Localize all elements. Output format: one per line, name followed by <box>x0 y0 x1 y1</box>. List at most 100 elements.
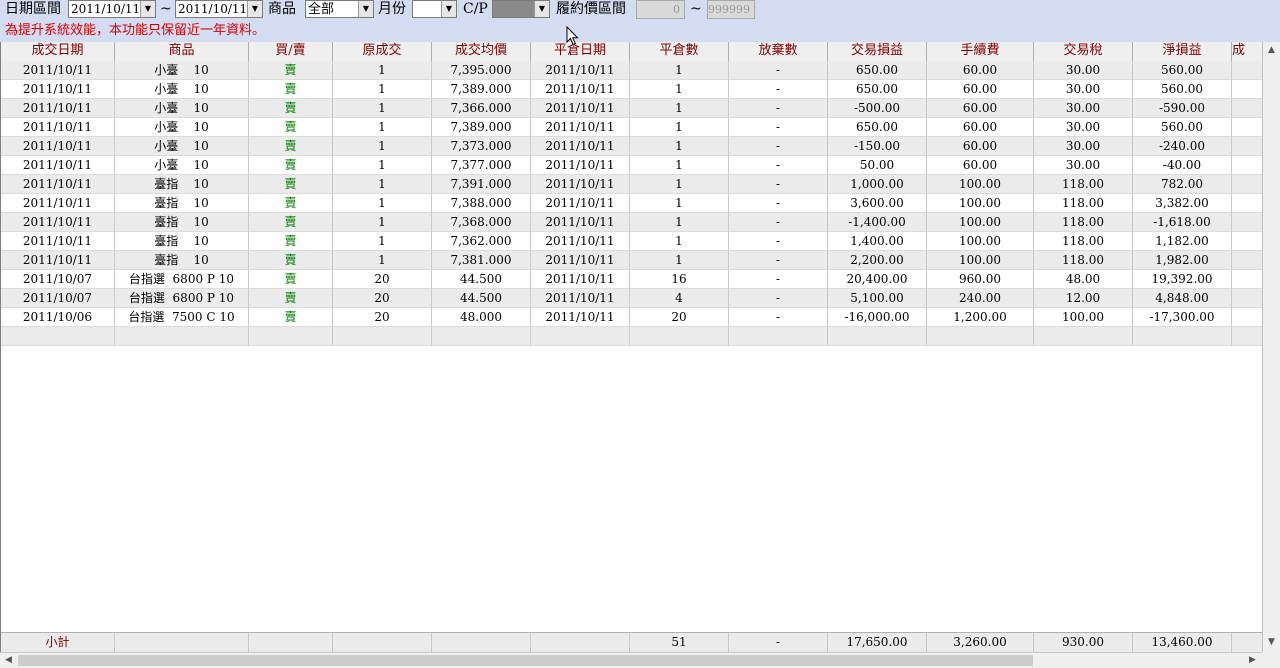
date-to-picker[interactable]: 2011/10/11 ▼ <box>175 0 263 18</box>
column-header-close-date[interactable]: 平倉日期 <box>531 42 630 61</box>
subtotal-net-pnl: 13,460.00 <box>1133 633 1232 653</box>
column-header-buy-sell[interactable]: 買/賣 <box>249 42 333 61</box>
month-select[interactable]: ▼ <box>412 0 457 18</box>
cell-extra <box>1232 118 1263 137</box>
table-row[interactable]: 2011/10/11 小臺 10 賣 1 7,366.000 2011/10/11 1- -5… <box>1 99 1263 118</box>
cell-product: 台指選 6800 P 10 <box>115 289 249 308</box>
strike-range-label: 履約價區間 <box>556 1 626 17</box>
cell-tax: 100.00 <box>1034 308 1133 327</box>
cell-fee: 60.00 <box>927 99 1034 118</box>
cell-avg-price: 7,389.000 <box>432 80 531 99</box>
cell-trade-pnl: -16,000.00 <box>828 308 927 327</box>
cell-net-pnl: 3,382.00 <box>1133 194 1232 213</box>
cell-close-date: 2011/10/11 <box>531 99 630 118</box>
table-row[interactable]: 2011/10/11 小臺 10 賣 1 7,377.000 2011/10/11 1-50… <box>1 156 1263 175</box>
cell-avg-price: 7,395.000 <box>432 61 531 80</box>
chevron-down-icon[interactable]: ▼ <box>358 1 373 17</box>
column-header-abandon-qty[interactable]: 放棄數 <box>729 42 828 61</box>
cell-close-qty: 1 <box>630 137 729 156</box>
cell-tax: 118.00 <box>1034 251 1133 270</box>
horizontal-scrollbar[interactable]: ◀ ▶ <box>0 652 1262 668</box>
cell-abandon-qty: - <box>729 80 828 99</box>
cell-fee: 960.00 <box>927 270 1034 289</box>
cell-close-qty: 16 <box>630 270 729 289</box>
cell-product: 小臺 10 <box>115 156 249 175</box>
strike-to-input[interactable]: 999999 <box>707 0 755 19</box>
cell-avg-price: 7,362.000 <box>432 232 531 251</box>
column-header-trade-pnl[interactable]: 交易損益 <box>828 42 927 61</box>
cell-trade-pnl: 650.00 <box>828 80 927 99</box>
vertical-scrollbar[interactable]: ▲ ▼ <box>1262 42 1280 652</box>
cell-trade-pnl: -1,400.00 <box>828 213 927 232</box>
scroll-up-icon[interactable]: ▲ <box>1263 42 1280 59</box>
scroll-down-icon[interactable]: ▼ <box>1263 634 1280 651</box>
strike-from-input[interactable]: 0 <box>636 0 685 19</box>
cell-product: 臺指 10 <box>115 175 249 194</box>
table-row[interactable] <box>1 327 1263 346</box>
table-row[interactable]: 2011/10/06 台指選 7500 C 10 賣 20 48.000 2011/10/… <box>1 308 1263 327</box>
table-row[interactable]: 2011/10/11 小臺 10 賣 1 7,373.000 2011/10/11 1- -1… <box>1 137 1263 156</box>
column-header-net-pnl[interactable]: 淨損益 <box>1133 42 1232 61</box>
product-select[interactable]: 全部 ▼ <box>305 0 374 18</box>
table-row[interactable]: 2011/10/11 臺指 10 賣 1 7,368.000 2011/10/11 1- -1… <box>1 213 1263 232</box>
column-header-tax[interactable]: 交易稅 <box>1034 42 1133 61</box>
cell-orig-qty: 1 <box>333 118 432 137</box>
cell-close-qty: 1 <box>630 156 729 175</box>
table-row[interactable]: 2011/10/11 臺指 10 賣 1 7,362.000 2011/10/11 1-1,… <box>1 232 1263 251</box>
column-header-fee[interactable]: 手續費 <box>927 42 1034 61</box>
cell-close-date: 2011/10/11 <box>531 270 630 289</box>
cell-fee: 240.00 <box>927 289 1034 308</box>
grid-header: 成交日期 商品 買/賣 原成交 成交均價 平倉日期 平倉數 放棄數 交易損益 手續費 交易稅 淨損益成 <box>1 42 1263 62</box>
cell-tax: 30.00 <box>1034 61 1133 80</box>
cell-orig-qty: 1 <box>333 194 432 213</box>
table-row[interactable]: 2011/10/11 小臺 10 賣 1 7,389.000 2011/10/11 1-65… <box>1 80 1263 99</box>
cell-extra <box>1232 308 1263 327</box>
table-row[interactable]: 2011/10/11 臺指 10 賣 1 7,381.000 2011/10/11 1-2,… <box>1 251 1263 270</box>
column-header-orig-qty[interactable]: 原成交 <box>333 42 432 61</box>
date-from-picker[interactable]: 2011/10/11 ▼ <box>68 0 156 18</box>
cell-orig-qty: 1 <box>333 61 432 80</box>
subtotal-close-qty: 51 <box>630 633 729 653</box>
chevron-down-icon[interactable]: ▼ <box>441 1 456 17</box>
subtotal-trade-date: 小計 <box>1 633 115 653</box>
cell-net-pnl: -240.00 <box>1133 137 1232 156</box>
cell-trade-pnl: 1,000.00 <box>828 175 927 194</box>
scroll-left-icon[interactable]: ◀ <box>0 653 17 668</box>
column-header-close-qty[interactable]: 平倉數 <box>630 42 729 61</box>
table-row[interactable]: 2011/10/11 臺指 10 賣 1 7,388.000 2011/10/11 1-3,… <box>1 194 1263 213</box>
table-row[interactable]: 2011/10/11 小臺 10 賣 1 7,389.000 2011/10/11 1-65… <box>1 118 1263 137</box>
cell-orig-qty: 1 <box>333 175 432 194</box>
column-header-avg-price[interactable]: 成交均價 <box>432 42 531 61</box>
column-header-trade-date[interactable]: 成交日期 <box>1 42 115 61</box>
chevron-down-icon[interactable]: ▼ <box>534 1 549 17</box>
chevron-down-icon[interactable]: ▼ <box>247 1 262 17</box>
table-row[interactable]: 2011/10/11 臺指 10 賣 1 7,391.000 2011/10/11 1-1,… <box>1 175 1263 194</box>
cell-buy-sell: 賣 <box>249 232 333 251</box>
cell-close-date: 2011/10/11 <box>531 156 630 175</box>
date-to-value: 2011/10/11 <box>178 2 248 16</box>
horizontal-scroll-thumb[interactable] <box>18 655 1033 666</box>
cp-select[interactable]: ▼ <box>492 0 550 18</box>
grid-subtotal-row: 小計 51-17,650.00 3,260.00 930.00 13,460.00 <box>1 632 1263 653</box>
cell-abandon-qty: - <box>729 289 828 308</box>
cell-close-date: 2011/10/11 <box>531 213 630 232</box>
cell-net-pnl: -17,300.00 <box>1133 308 1232 327</box>
cell-close-qty: 1 <box>630 194 729 213</box>
column-header-product[interactable]: 商品 <box>115 42 249 61</box>
column-header-extra[interactable]: 成 <box>1232 42 1263 61</box>
cell-net-pnl: 1,982.00 <box>1133 251 1232 270</box>
cell-avg-price: 7,373.000 <box>432 137 531 156</box>
scroll-right-icon[interactable]: ▶ <box>1244 653 1261 668</box>
cell-trade-date: 2011/10/11 <box>1 61 115 80</box>
cell-abandon-qty: - <box>729 270 828 289</box>
table-row[interactable]: 2011/10/07 台指選 6800 P 10 賣 20 44.500 2011/10/… <box>1 289 1263 308</box>
table-row[interactable]: 2011/10/07 台指選 6800 P 10 賣 20 44.500 2011/10/… <box>1 270 1263 289</box>
date-from-value: 2011/10/11 <box>71 2 141 16</box>
cell-abandon-qty: - <box>729 99 828 118</box>
table-row[interactable]: 2011/10/11 小臺 10 賣 1 7,395.000 2011/10/11 1-65… <box>1 61 1263 80</box>
chevron-down-icon[interactable]: ▼ <box>140 1 155 17</box>
cell-fee <box>927 327 1034 346</box>
month-label: 月份 <box>378 1 406 17</box>
cell-trade-date: 2011/10/11 <box>1 137 115 156</box>
cell-trade-date <box>1 327 115 346</box>
